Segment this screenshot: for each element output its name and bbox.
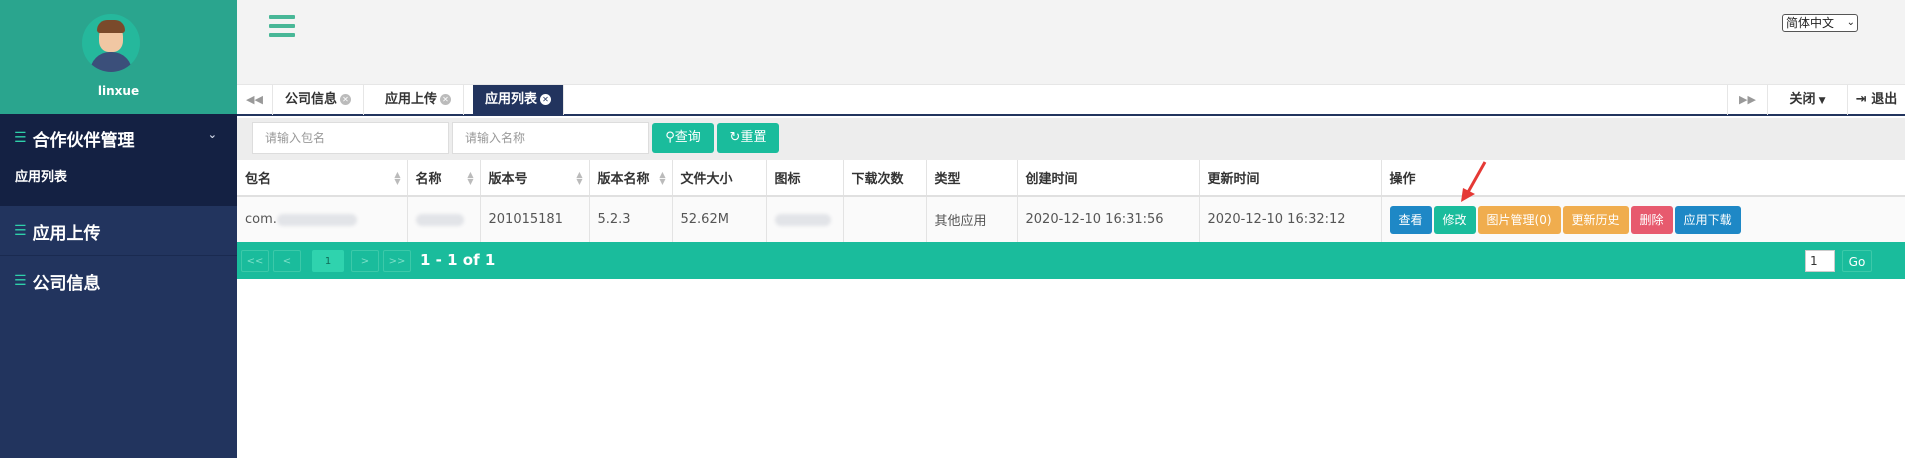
- cell-package: com.: [237, 196, 408, 242]
- menu-label: 应用上传: [32, 223, 101, 244]
- pagination-info: 1 - 1 of 1: [420, 251, 496, 269]
- cell-downloads: [843, 196, 927, 242]
- app-table: 包名 ▲ ▼ 名称 ▲ ▼ 版本号 ▲ ▼ 版本名称 ▲ ▼ 文件大小 图标 下载次数 类型 创…: [237, 160, 1905, 242]
- list-icon: ☰: [14, 273, 27, 289]
- cell-name: [407, 196, 481, 242]
- table-header-row: 包名 ▲ ▼ 名称 ▲ ▼ 版本号 ▲ ▼ 版本名称 ▲ ▼ 文件大小 图标 下载次数 类型 创…: [237, 160, 1905, 197]
- sort-icon: ▲ ▼: [659, 170, 666, 186]
- package-search-input[interactable]: 请输入包名: [252, 122, 449, 154]
- cell-updated: 2020-12-10 16:32:12: [1199, 196, 1382, 242]
- last-page-button[interactable]: >>: [383, 250, 411, 272]
- sidebar-item-app-list[interactable]: 应用列表: [0, 162, 237, 194]
- close-icon[interactable]: ✕: [540, 94, 552, 105]
- caret-down-icon: ▼: [1815, 96, 1826, 106]
- go-button[interactable]: Go: [1842, 250, 1872, 272]
- cell-version-code: 201015181: [480, 196, 590, 242]
- column-header: 文件大小: [672, 160, 767, 197]
- menu-label: 公司信息: [32, 273, 101, 294]
- close-icon[interactable]: ✕: [340, 94, 352, 105]
- language-value: 简体中文: [1786, 16, 1835, 30]
- refresh-icon: ↻: [729, 130, 741, 145]
- cell-version-name: 5.2.3: [589, 196, 673, 242]
- tab-company-info[interactable]: 公司信息 ✕: [273, 85, 365, 115]
- close-icon[interactable]: ✕: [440, 94, 452, 105]
- menu-group-partner: ☰ 合作伙伴管理 ⌄ 应用列表: [0, 114, 237, 206]
- goto-page-input[interactable]: 1: [1805, 250, 1835, 272]
- first-page-button[interactable]: <<: [241, 250, 269, 272]
- tab-scroll-left-icon[interactable]: ◀◀: [237, 85, 273, 115]
- name-search-input[interactable]: 请输入名称: [452, 122, 649, 154]
- logout-icon: ⇥: [1855, 92, 1867, 107]
- menu-head-app-upload[interactable]: ☰ 应用上传: [0, 206, 237, 256]
- tab-app-upload[interactable]: 应用上传 ✕: [373, 85, 465, 115]
- column-header: 图标: [766, 160, 844, 197]
- cell-file-size: 52.62M: [672, 196, 767, 242]
- column-header: 类型: [926, 160, 1018, 197]
- tab-scroll-right-icon[interactable]: ▶▶: [1727, 85, 1767, 115]
- tab-label: 公司信息: [285, 92, 338, 107]
- view-button[interactable]: 查看: [1389, 205, 1432, 234]
- list-icon: ☰: [14, 223, 27, 239]
- table-row: com. 201015181 5.2.3 52.62M 其他应用 2020-12…: [237, 196, 1905, 242]
- current-page[interactable]: 1: [312, 250, 344, 272]
- tab-label: 应用上传: [385, 92, 438, 107]
- language-select[interactable]: 简体中文 ⌄: [1782, 14, 1858, 32]
- tab-close-menu[interactable]: 关闭 ▼: [1767, 85, 1847, 115]
- menu-head-company-info[interactable]: ☰ 公司信息: [0, 256, 237, 306]
- menu-group-company-info: ☰ 公司信息: [0, 256, 237, 306]
- tab-app-list[interactable]: 应用列表 ✕: [473, 85, 565, 115]
- menu-group-app-upload: ☰ 应用上传: [0, 206, 237, 256]
- menu-toggle-icon[interactable]: [269, 15, 295, 37]
- username: linxue: [97, 84, 140, 98]
- image-manage-button[interactable]: 图片管理(0): [1477, 205, 1561, 234]
- sort-icon: ▲ ▼: [576, 170, 583, 186]
- chevron-down-icon: ⌄: [207, 128, 217, 141]
- delete-button[interactable]: 删除: [1630, 205, 1673, 234]
- app-download-button[interactable]: 应用下载: [1674, 205, 1741, 234]
- reset-label: 重置: [740, 130, 767, 145]
- sort-icon: ▲ ▼: [394, 170, 401, 186]
- column-header: 创建时间: [1017, 160, 1200, 197]
- tab-bar: ◀◀ 公司信息 ✕ 应用上传 ✕ 应用列表 ✕ ▶▶ 关闭 ▼ ⇥ 退出: [237, 84, 1905, 116]
- cell-icon: [766, 196, 844, 242]
- column-header[interactable]: 包名 ▲ ▼: [237, 160, 408, 197]
- column-header: 下载次数: [843, 160, 927, 197]
- chevron-down-icon: ⌄: [1846, 17, 1855, 28]
- close-menu-label: 关闭: [1789, 92, 1816, 107]
- prev-page-button[interactable]: <: [273, 250, 301, 272]
- search-bar: 请输入包名 请输入名称 ⚲查询 ↻重置: [237, 118, 1905, 160]
- query-button[interactable]: ⚲查询: [652, 123, 714, 153]
- next-page-button[interactable]: >: [351, 250, 379, 272]
- tab-label: 应用列表: [485, 92, 538, 107]
- avatar[interactable]: [82, 14, 140, 72]
- column-header: 更新时间: [1199, 160, 1382, 197]
- logout-button[interactable]: ⇥ 退出: [1847, 85, 1905, 115]
- search-icon: ⚲: [665, 130, 675, 145]
- cell-created: 2020-12-10 16:31:56: [1017, 196, 1200, 242]
- top-header: 简体中文 ⌄: [237, 0, 1905, 84]
- update-history-button[interactable]: 更新历史: [1562, 205, 1629, 234]
- menu-label: 合作伙伴管理: [32, 130, 135, 151]
- column-header[interactable]: 版本号 ▲ ▼: [480, 160, 590, 197]
- reset-button[interactable]: ↻重置: [717, 123, 779, 153]
- menu-head-partner[interactable]: ☰ 合作伙伴管理 ⌄: [0, 114, 237, 162]
- column-header[interactable]: 版本名称 ▲ ▼: [589, 160, 673, 197]
- query-label: 查询: [674, 130, 701, 145]
- edit-button[interactable]: 修改: [1433, 205, 1476, 234]
- sort-icon: ▲ ▼: [467, 170, 474, 186]
- column-header[interactable]: 名称 ▲ ▼: [407, 160, 481, 197]
- user-profile: linxue: [0, 0, 237, 114]
- annotation-arrow: [1461, 161, 1487, 202]
- list-icon: ☰: [14, 130, 27, 146]
- cell-type: 其他应用: [926, 196, 1018, 242]
- logout-label: 退出: [1871, 92, 1898, 107]
- sidebar: linxue ☰ 合作伙伴管理 ⌄ 应用列表 ☰ 应用上传 ☰ 公司信息: [0, 0, 237, 458]
- app-icon: [774, 213, 831, 226]
- pagination-bar: << < 1 > >> 1 - 1 of 1 1 Go: [237, 242, 1905, 279]
